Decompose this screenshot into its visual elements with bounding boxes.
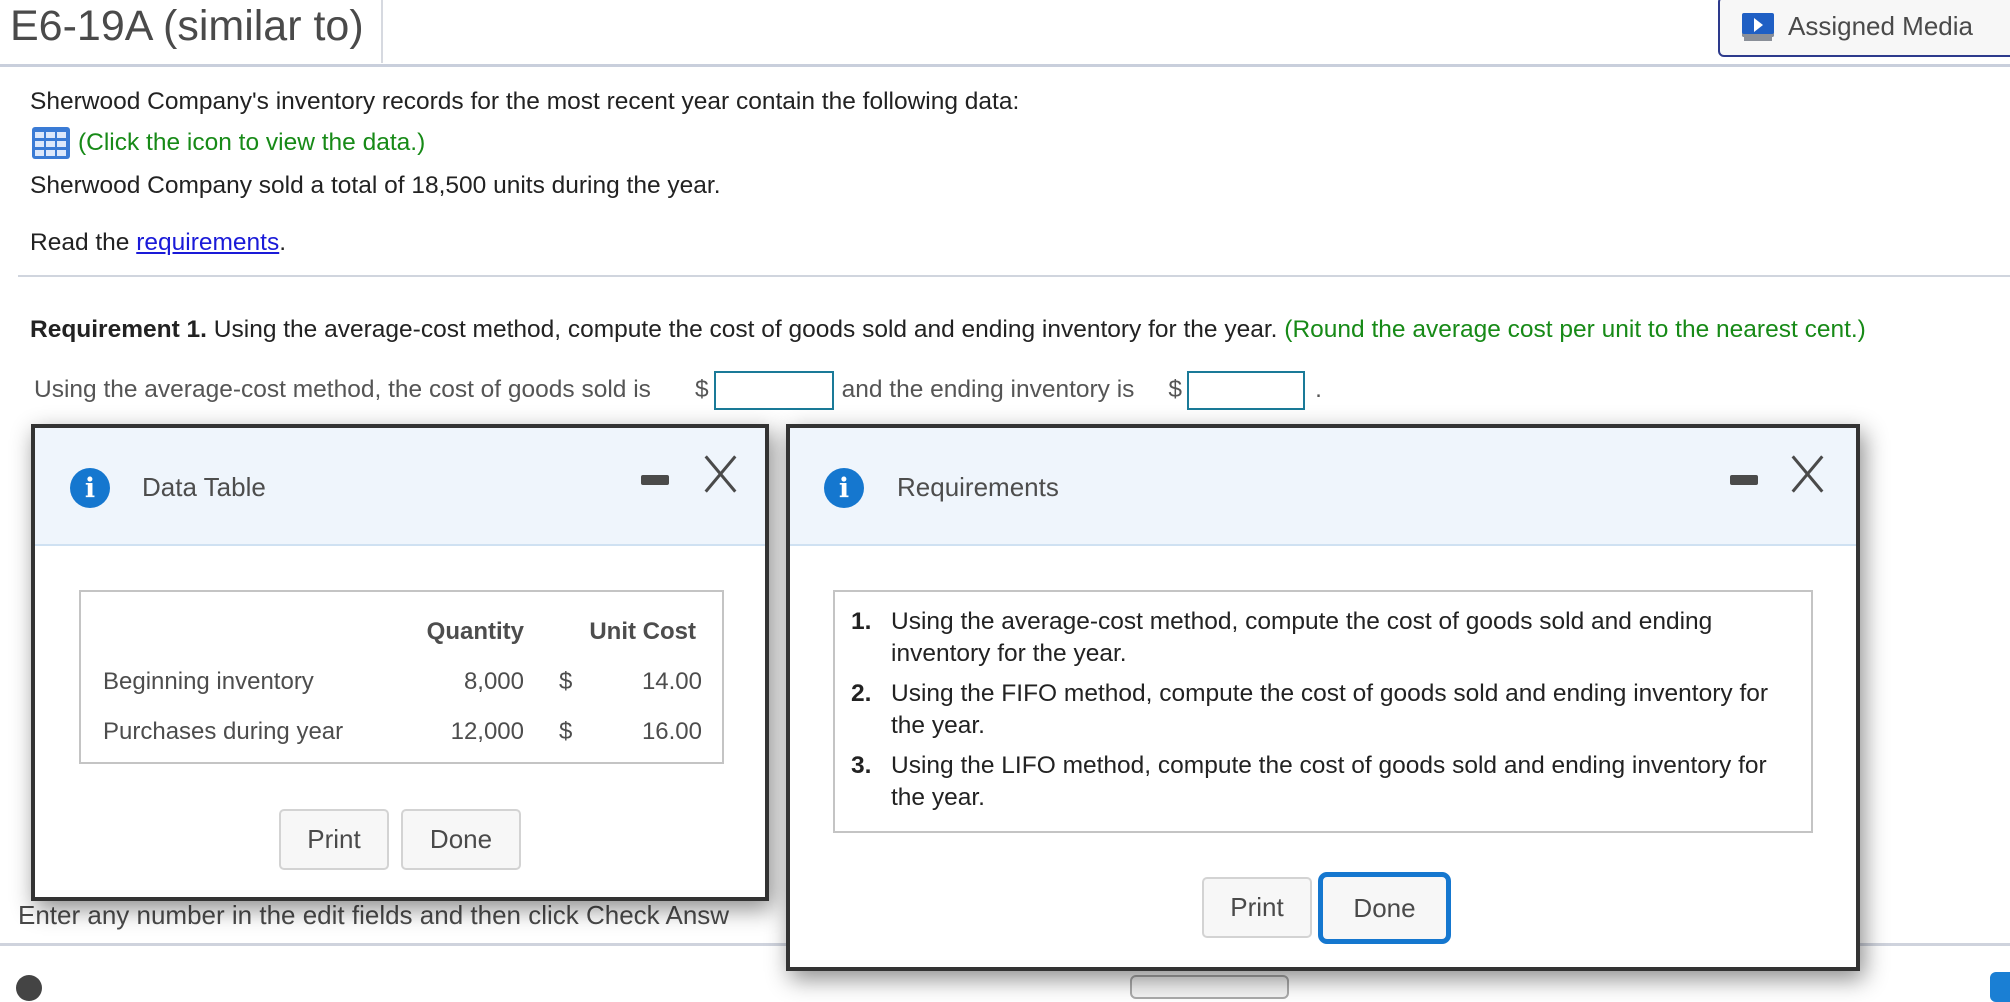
dialog-header: i Requirements bbox=[790, 428, 1856, 546]
print-button[interactable]: Print bbox=[279, 809, 389, 870]
print-button[interactable]: Print bbox=[1202, 877, 1312, 938]
requirement-number: 3. bbox=[851, 752, 872, 779]
assigned-media-button[interactable]: Assigned Media bbox=[1718, 0, 2010, 57]
data-table: Quantity Unit Cost Beginning inventory 8… bbox=[79, 590, 724, 764]
minimize-icon[interactable] bbox=[641, 475, 669, 485]
read-suffix: . bbox=[279, 229, 287, 256]
minimize-icon[interactable] bbox=[1730, 475, 1758, 485]
media-player-icon bbox=[1742, 12, 1774, 41]
instruction-text: Enter any number in the edit fields and … bbox=[18, 900, 730, 930]
row-label: Beginning inventory bbox=[103, 668, 314, 695]
row-unit-cost: 14.00 bbox=[641, 668, 702, 695]
dialog-title: Requirements bbox=[897, 472, 1059, 502]
requirements-list: 1. Using the average-cost method, compute… bbox=[835, 592, 1811, 822]
partial-icon bbox=[16, 975, 42, 1001]
section-divider bbox=[18, 275, 2010, 277]
problem-intro: Sherwood Company's inventory records for… bbox=[30, 88, 1020, 115]
dollar-sign: $ bbox=[694, 376, 709, 403]
dialog-header: i Data Table bbox=[35, 428, 765, 546]
requirements-dialog: i Requirements 1. Using the average-cost … bbox=[786, 424, 1860, 971]
answer-middle: and the ending inventory is bbox=[841, 376, 1135, 403]
requirements-link[interactable]: requirements bbox=[136, 229, 279, 256]
partial-blue-button[interactable] bbox=[1990, 972, 2010, 1002]
requirement-text: Using the LIFO method, compute the cost … bbox=[891, 752, 1767, 811]
column-header-quantity: Quantity bbox=[426, 618, 524, 645]
requirement-1-body: Using the average-cost method, compute t… bbox=[207, 316, 1285, 343]
dialog-title: Data Table bbox=[142, 472, 266, 502]
requirement-number: 2. bbox=[851, 680, 872, 707]
row-label: Purchases during year bbox=[103, 718, 344, 745]
done-button[interactable]: Done bbox=[401, 809, 521, 870]
answer-row: Using the average-cost method, the cost … bbox=[34, 370, 1322, 410]
close-icon[interactable] bbox=[1787, 454, 1827, 494]
grid-table-icon[interactable] bbox=[32, 127, 70, 159]
requirement-number: 1. bbox=[851, 608, 872, 635]
cogs-input[interactable] bbox=[713, 370, 834, 410]
info-icon: i bbox=[70, 468, 110, 508]
close-icon[interactable] bbox=[700, 454, 740, 494]
rounding-hint: (Round the average cost per unit to the … bbox=[1284, 316, 1866, 343]
dollar-sign: $ bbox=[1168, 376, 1183, 403]
done-button[interactable]: Done bbox=[1318, 872, 1451, 944]
row-quantity: 12,000 bbox=[450, 718, 524, 745]
info-icon: i bbox=[824, 468, 864, 508]
view-data-link[interactable]: (Click the icon to view the data.) bbox=[78, 129, 425, 157]
row-quantity: 8,000 bbox=[463, 668, 524, 695]
requirement-text: Using the FIFO method, compute the cost … bbox=[891, 680, 1769, 739]
requirement-item: 2. Using the FIFO method, compute the cos… bbox=[851, 678, 1781, 742]
data-table-dialog: i Data Table Quantity Unit Cost Beginnin… bbox=[31, 424, 769, 901]
row-currency: $ bbox=[559, 668, 573, 695]
ending-inventory-input[interactable] bbox=[1187, 370, 1306, 410]
assigned-media-label: Assigned Media bbox=[1788, 11, 1973, 41]
requirement-1-text: Requirement 1. Using the average-cost me… bbox=[30, 316, 1866, 344]
requirements-box: 1. Using the average-cost method, compute… bbox=[833, 590, 1813, 833]
row-currency: $ bbox=[559, 718, 573, 745]
data-link-row: (Click the icon to view the data.) bbox=[30, 127, 425, 159]
answer-prefix: Using the average-cost method, the cost … bbox=[34, 376, 651, 403]
requirement-item: 3. Using the LIFO method, compute the cos… bbox=[851, 750, 1781, 814]
column-header-unit-cost: Unit Cost bbox=[589, 618, 696, 645]
title-divider bbox=[381, 0, 383, 63]
read-requirements-text: Read the requirements. bbox=[30, 229, 286, 257]
requirement-text: Using the average-cost method, compute t… bbox=[891, 608, 1713, 667]
requirement-1-label: Requirement 1. bbox=[30, 316, 207, 343]
units-sold-text: Sherwood Company sold a total of 18,500 … bbox=[30, 172, 721, 199]
partial-button[interactable] bbox=[1130, 975, 1289, 999]
page-title: E6-19A (similar to) bbox=[10, 2, 364, 50]
requirement-item: 1. Using the average-cost method, compute… bbox=[851, 606, 1781, 670]
read-prefix: Read the bbox=[30, 229, 137, 256]
header-divider bbox=[0, 64, 2010, 67]
answer-suffix: . bbox=[1315, 376, 1322, 403]
row-unit-cost: 16.00 bbox=[641, 718, 702, 745]
